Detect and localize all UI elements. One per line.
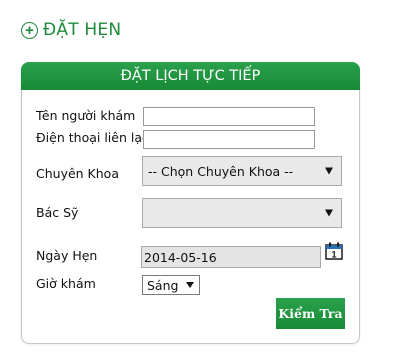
calendar-icon[interactable]: 1 xyxy=(325,242,343,260)
phone-label: Điện thoại liên lạc xyxy=(36,130,149,145)
page-title: ĐẶT HẸN xyxy=(43,20,122,40)
time-select[interactable]: Sáng xyxy=(142,275,200,295)
chevron-down-icon xyxy=(325,167,333,175)
svg-text:1: 1 xyxy=(331,250,336,260)
date-label: Ngày Hẹn xyxy=(36,248,98,263)
specialty-label: Chuyên Khoa xyxy=(36,166,119,181)
patient-name-label: Tên người khám xyxy=(36,108,136,123)
chevron-down-icon xyxy=(325,209,333,217)
panel-title: ĐẶT LỊCH TỰC TIẾP xyxy=(21,62,360,90)
time-label: Giờ khám xyxy=(36,276,96,291)
date-input[interactable]: 2014-05-16 xyxy=(141,246,321,268)
chevron-down-icon xyxy=(186,282,194,288)
specialty-selected: -- Chọn Chuyên Khoa -- xyxy=(148,163,294,179)
doctor-label: Bác Sỹ xyxy=(36,205,79,220)
patient-name-input[interactable] xyxy=(143,107,315,126)
time-selected: Sáng xyxy=(147,277,179,293)
page-heading: + ĐẶT HẸN xyxy=(21,19,121,41)
phone-input[interactable] xyxy=(143,130,315,149)
check-button[interactable]: Kiểm Tra xyxy=(276,298,345,329)
date-value: 2014-05-16 xyxy=(144,249,217,265)
doctor-select[interactable] xyxy=(142,198,342,228)
plus-circle-icon: + xyxy=(21,21,38,39)
specialty-select[interactable]: -- Chọn Chuyên Khoa -- xyxy=(142,156,342,186)
